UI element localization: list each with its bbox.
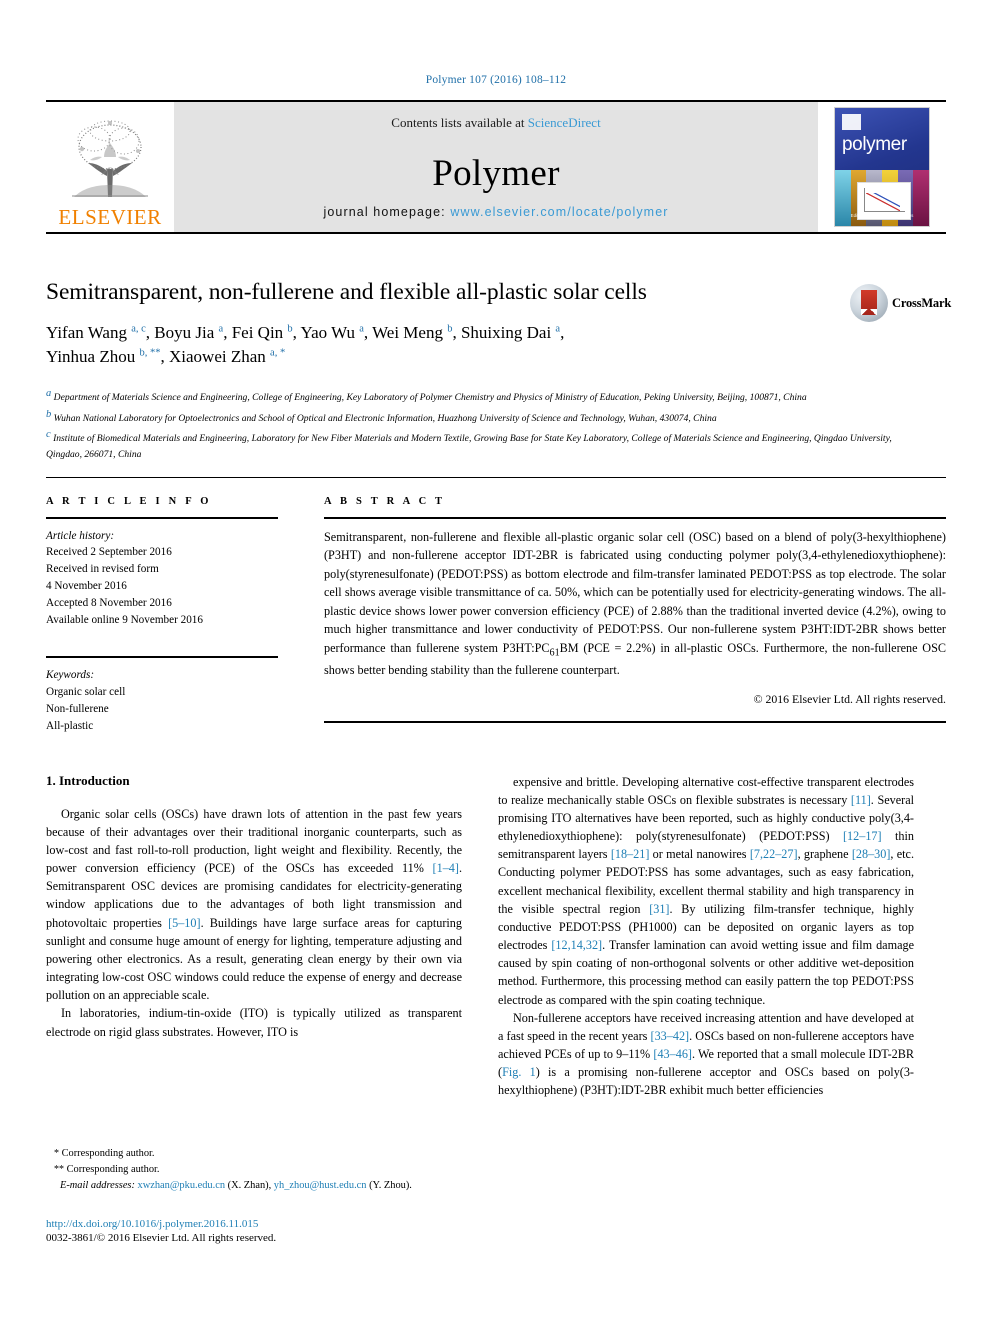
page-title: Semitransparent, non-fullerene and flexi…: [46, 279, 647, 305]
body-paragraph: Non-fullerene acceptors have received in…: [498, 1010, 915, 1098]
cover-caption: Editor-in-Chief: Andrew Holmes: [850, 213, 914, 219]
body-column-right: expensive and brittle. Developing altern…: [498, 773, 914, 1100]
doi-block: http://dx.doi.org/10.1016/j.polymer.2016…: [46, 1218, 276, 1244]
body-paragraph: In laboratories, indium-tin-oxide (ITO) …: [46, 1006, 462, 1039]
cover-journal-title: polymer: [842, 134, 907, 155]
history-item: 4 November 2016: [46, 579, 127, 592]
affiliation-item: b Wuhan National Laboratory for Optoelec…: [46, 408, 717, 424]
author-line-2: Yinhua Zhou b, **, Xiaowei Zhan a, *: [46, 346, 286, 366]
article-info-rule: [46, 516, 278, 519]
journal-homepage-line: journal homepage: www.elsevier.com/locat…: [174, 205, 818, 219]
abstract-copyright: © 2016 Elsevier Ltd. All rights reserved…: [753, 692, 946, 707]
keywords-label: Keywords:: [46, 669, 95, 682]
abstract-column: A B S T R A C T Semitransparent, non-ful…: [324, 496, 946, 735]
journal-cover-image: polymer Editor-in-Chief: Andrew Holmes: [834, 107, 930, 227]
sciencedirect-link[interactable]: ScienceDirect: [528, 115, 601, 130]
body-columns: 1. Introduction Organic solar cells (OSC…: [46, 773, 946, 1100]
abstract-heading: A B S T R A C T: [324, 495, 446, 507]
crossmark-icon: [850, 284, 888, 322]
affiliation-list: a Department of Materials Science and En…: [46, 385, 906, 463]
journal-title: Polymer: [432, 153, 560, 194]
keyword-item: Organic solar cell: [46, 686, 126, 699]
body-column-left: 1. Introduction Organic solar cells (OSC…: [46, 773, 462, 1100]
abstract-text: Semitransparent, non-fullerene and flexi…: [324, 529, 947, 677]
journal-banner: ELSEVIER Contents lists available at Sci…: [46, 100, 946, 234]
body-paragraph: Organic solar cells (OSCs) have drawn lo…: [46, 806, 462, 1003]
info-abstract-section: A R T I C L E I N F O Article history: R…: [46, 478, 946, 735]
journal-cover-thumbnail: polymer Editor-in-Chief: Andrew Holmes: [818, 102, 946, 232]
crossmark-badge[interactable]: CrossMark: [850, 278, 951, 328]
crossmark-bookmark-icon: [861, 290, 877, 315]
doi-link[interactable]: http://dx.doi.org/10.1016/j.polymer.2016…: [46, 1218, 276, 1230]
elsevier-logo: ELSEVIER: [46, 102, 174, 232]
affiliation-item: c Institute of Biomedical Materials and …: [46, 429, 892, 461]
history-item: Accepted 8 November 2016: [46, 596, 172, 609]
footnote-block: * Corresponding author. ** Corresponding…: [46, 1146, 462, 1194]
paper-page: Polymer 107 (2016) 108–112 ELSEVIER Cont…: [0, 0, 992, 1323]
footnote-emails: E-mail addresses: xwzhan@pku.edu.cn (X. …: [60, 1180, 412, 1192]
keywords-block: Keywords: Organic solar cell Non-fullere…: [46, 667, 278, 734]
author-list: Yifan Wang a, c, Boyu Jia a, Fei Qin b, …: [46, 321, 846, 369]
banner-bottom-rule: [46, 232, 946, 234]
affiliation-item: a Department of Materials Science and En…: [46, 387, 807, 404]
homepage-url-link[interactable]: www.elsevier.com/locate/polymer: [450, 205, 668, 219]
crossmark-label: CrossMark: [892, 295, 952, 310]
abstract-bottom-rule: [324, 721, 946, 724]
keywords-rule: [46, 656, 278, 659]
banner-center: Contents lists available at ScienceDirec…: [174, 102, 818, 232]
abstract-rule: [324, 516, 946, 519]
elsevier-wordmark: ELSEVIER: [58, 205, 162, 229]
contents-available-line: Contents lists available at ScienceDirec…: [391, 115, 600, 131]
article-history-label: Article history:: [46, 529, 115, 542]
article-history: Article history: Received 2 September 20…: [46, 528, 278, 629]
footnote-corresponding-1: * Corresponding author.: [54, 1148, 155, 1159]
footnote-corresponding-2: ** Corresponding author.: [54, 1163, 160, 1175]
issn-copyright: 0032-3861/© 2016 Elsevier Ltd. All right…: [46, 1232, 277, 1244]
history-item: Received in revised form: [46, 563, 159, 576]
author-line-1: Yifan Wang a, c, Boyu Jia a, Fei Qin b, …: [46, 322, 565, 342]
keyword-item: All-plastic: [46, 719, 94, 732]
elsevier-tree-icon: [72, 120, 148, 197]
keyword-item: Non-fullerene: [46, 702, 109, 715]
title-block: Semitransparent, non-fullerene and flexi…: [46, 278, 951, 369]
running-head-citation: Polymer 107 (2016) 108–112: [425, 74, 567, 86]
body-paragraph: expensive and brittle. Developing altern…: [498, 774, 915, 1007]
article-info-column: A R T I C L E I N F O Article history: R…: [46, 496, 278, 735]
contents-prefix: Contents lists available at: [391, 115, 528, 130]
article-info-heading: A R T I C L E I N F O: [46, 495, 212, 507]
elsevier-mark-icon: [842, 114, 861, 130]
section-heading-introduction: 1. Introduction: [46, 772, 130, 788]
homepage-label: journal homepage:: [323, 205, 451, 219]
history-item: Received 2 September 2016: [46, 546, 172, 559]
history-item: Available online 9 November 2016: [46, 613, 203, 626]
